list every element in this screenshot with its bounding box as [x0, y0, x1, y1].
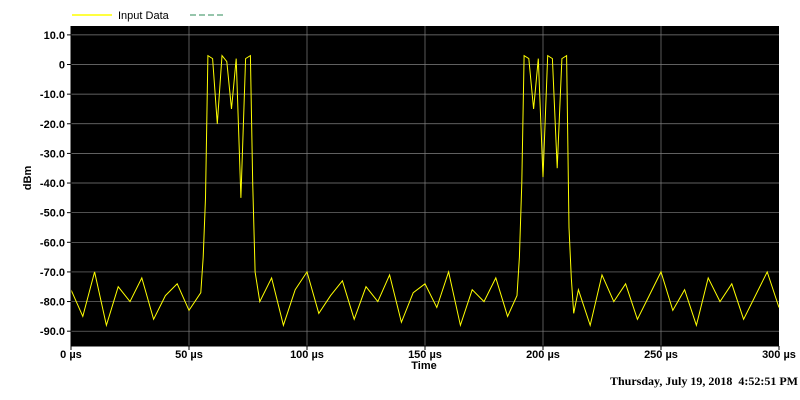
y-tick-label: -50.0	[40, 208, 65, 220]
y-axis-title: dBm	[22, 166, 34, 191]
y-tick-label: -20.0	[40, 119, 65, 131]
timestamp: Thursday, July 19, 2018 4:52:51 PM	[610, 374, 798, 388]
y-tick-label: -30.0	[40, 148, 65, 160]
chart: Input Data 0 µs 50 µs 100 µs 150 µs 200 µs 25…	[22, 10, 798, 388]
y-tick-label: -80.0	[40, 297, 65, 309]
x-axis-title: Time	[411, 360, 436, 372]
x-tick-label: 0 µs	[60, 349, 82, 361]
x-tick-label: 300 µs	[762, 349, 796, 361]
y-tick-label: 10.0	[44, 30, 65, 42]
y-tick-label: 0	[59, 60, 65, 72]
y-tick-label: -70.0	[40, 267, 65, 279]
y-tick-label: -90.0	[40, 326, 65, 338]
x-tick-label: 50 µs	[175, 349, 203, 361]
legend-label-input-data: Input Data	[118, 10, 170, 22]
y-tick-label: -40.0	[40, 178, 65, 190]
x-tick-label: 250 µs	[644, 349, 678, 361]
y-tick-label: -10.0	[40, 89, 65, 101]
y-tick-label: -60.0	[40, 237, 65, 249]
legend: Input Data	[72, 10, 226, 22]
x-tick-label: 100 µs	[290, 349, 324, 361]
x-tick-label: 200 µs	[526, 349, 560, 361]
